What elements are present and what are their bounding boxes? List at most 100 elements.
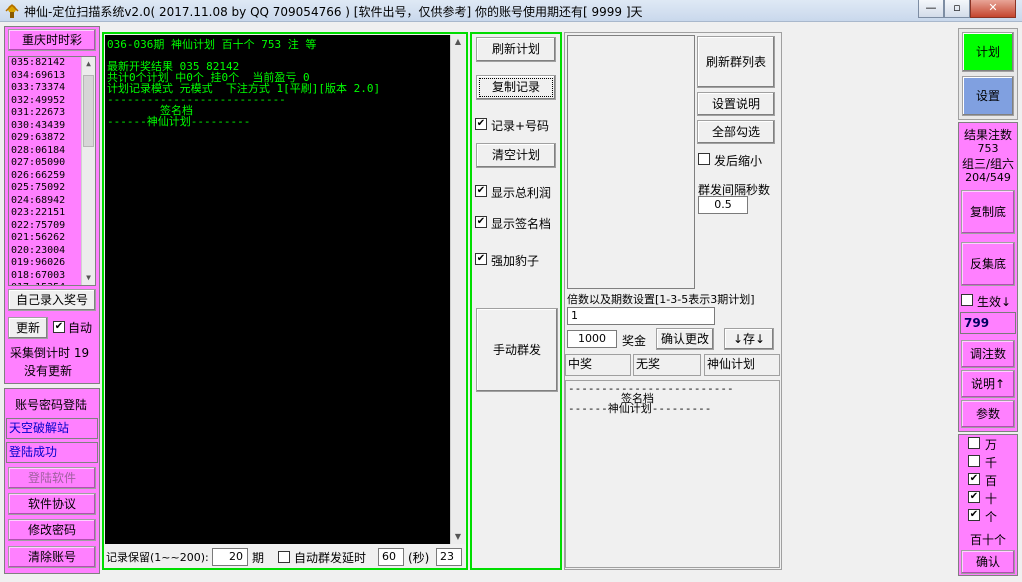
position-label: 十 (985, 492, 998, 506)
check-icon: ✔ (969, 509, 979, 520)
show-signature-checkbox[interactable]: ✔ (475, 216, 487, 228)
record-number-checkbox[interactable]: ✔ (475, 118, 487, 130)
plan-output[interactable]: 036-036期 神仙计划 百十个 753 注 等最新开奖结果 035 8214… (105, 35, 450, 544)
add-jiaozi-label: 强加豹子 (491, 254, 540, 268)
console-scrollbar[interactable]: ▲ ▼ (450, 35, 465, 544)
check-icon: ✔ (969, 491, 979, 502)
col-plan-header[interactable]: 神仙计划 (704, 354, 780, 376)
position-summary: 百十个 (969, 533, 1006, 547)
clear-account-button[interactable]: 清除账号 (8, 546, 96, 568)
manual-record-button[interactable]: 自己录入奖号 (8, 289, 96, 311)
confirm-position-button[interactable]: 确认 (961, 550, 1015, 574)
refresh-plan-button[interactable]: 刷新计划 (476, 37, 556, 62)
result-count-value: 753 (977, 142, 999, 155)
draw-list-scrollbar[interactable]: ▲ ▼ (81, 57, 95, 285)
show-profit-label: 显示总利润 (491, 186, 552, 200)
delay-seconds-input[interactable]: 60 (378, 548, 404, 566)
position-checkbox[interactable]: ✔ (968, 473, 980, 485)
check-icon: ✔ (969, 473, 979, 484)
confirm-change-button[interactable]: 确认更改 (656, 328, 714, 350)
app-icon (5, 3, 19, 18)
manual-send-button[interactable]: 手动群发 (476, 308, 558, 392)
period-label: 期 (252, 551, 265, 565)
login-title: 账号密码登陆 (15, 398, 88, 412)
maximize-icon: ▫ (953, 1, 961, 14)
effective-label: 生效↓ (977, 295, 1012, 309)
auto-update-checkbox[interactable]: ✔ (53, 321, 65, 333)
login-status-field: 登陆成功 (6, 442, 98, 463)
scroll-up-icon[interactable]: ▲ (82, 57, 95, 71)
agreement-button[interactable]: 软件协议 (8, 493, 96, 515)
check-icon: ✔ (476, 216, 486, 227)
check-icon: ✔ (54, 321, 64, 332)
prize-label: 奖金 (622, 334, 647, 348)
console-scroll-up-icon[interactable]: ▲ (451, 35, 465, 49)
check-icon: ✔ (476, 253, 486, 264)
console-lines: 036-036期 神仙计划 百十个 753 注 等最新开奖结果 035 8214… (107, 39, 448, 127)
effective-count-input[interactable]: 799 (960, 312, 1016, 334)
col-nowin-header[interactable]: 无奖 (633, 354, 701, 376)
group-ratio-label: 组三/组六 (961, 157, 1015, 171)
multiplier-input[interactable]: 1 (567, 307, 715, 325)
update-status-text: 没有更新 (24, 364, 73, 378)
position-label: 百 (985, 474, 998, 488)
counter-field: 23 (436, 548, 462, 566)
position-checkbox[interactable] (968, 437, 980, 449)
change-password-button[interactable]: 修改密码 (8, 519, 96, 541)
plan-mode-button[interactable]: 计划 (962, 32, 1014, 72)
shrink-after-send-checkbox[interactable] (698, 153, 710, 165)
check-icon: ✔ (476, 118, 486, 129)
signature-lines: ------------------------- 签名档 ------神仙计划-… (568, 383, 777, 415)
reverse-base-button[interactable]: 反集底 (961, 242, 1015, 286)
save-button[interactable]: ↓存↓ (724, 328, 774, 350)
username-field[interactable]: 天空破解站 (6, 418, 98, 439)
login-button[interactable]: 登陆软件 (8, 467, 96, 489)
lottery-select-button[interactable]: 重庆时时彩 (8, 29, 96, 51)
signature-line: ------神仙计划--------- (568, 402, 712, 415)
console-scroll-down-icon[interactable]: ▼ (451, 530, 465, 544)
close-button[interactable]: ✕ (970, 0, 1016, 18)
shrink-after-send-label: 发后缩小 (714, 154, 763, 168)
position-checkbox[interactable]: ✔ (968, 491, 980, 503)
position-checkbox[interactable] (968, 455, 980, 467)
auto-delay-label: 自动群发延时 (294, 551, 367, 565)
console-line: ------神仙计划--------- (107, 115, 251, 128)
position-checkbox[interactable]: ✔ (968, 509, 980, 521)
effective-checkbox[interactable] (961, 294, 973, 306)
settings-help-button[interactable]: 设置说明 (697, 92, 775, 116)
copy-record-button[interactable]: 复制记录 (476, 75, 556, 100)
check-icon: ✔ (476, 185, 486, 196)
group-list[interactable] (567, 35, 695, 289)
maximize-button[interactable]: ▫ (944, 0, 970, 18)
add-jiaozi-checkbox[interactable]: ✔ (475, 253, 487, 265)
show-profit-checkbox[interactable]: ✔ (475, 185, 487, 197)
auto-delay-checkbox[interactable] (278, 551, 290, 563)
minimize-button[interactable]: — (918, 0, 944, 18)
control-frame (470, 32, 562, 570)
close-icon: ✕ (988, 1, 998, 14)
adjust-count-button[interactable]: 调注数 (961, 340, 1015, 368)
signature-preview[interactable]: ------------------------- 签名档 ------神仙计划-… (565, 380, 780, 568)
seconds-label: (秒) (408, 551, 430, 565)
clear-plan-button[interactable]: 清空计划 (476, 143, 556, 168)
keep-records-input[interactable]: 20 (212, 548, 248, 566)
settings-mode-button[interactable]: 设置 (962, 76, 1014, 116)
explain-button[interactable]: 说明↑ (961, 370, 1015, 398)
scroll-thumb[interactable] (83, 75, 94, 147)
select-all-button[interactable]: 全部勾选 (697, 120, 775, 144)
draw-history-list[interactable]: 035:82142 034:69613 033:73374 032:49952 031:… (8, 56, 96, 286)
update-button[interactable]: 更新 (8, 317, 48, 339)
params-button[interactable]: 参数 (961, 400, 1015, 428)
col-win-header[interactable]: 中奖 (565, 354, 631, 376)
record-number-label: 记录+号码 (491, 119, 550, 133)
refresh-group-list-button[interactable]: 刷新群列表 (697, 36, 775, 88)
prize-input[interactable]: 1000 (567, 330, 617, 348)
position-label: 个 (985, 510, 998, 524)
group-ratio-value: 204/549 (965, 171, 1011, 184)
console-line: 036-036期 神仙计划 百十个 753 注 等 (107, 38, 317, 51)
show-signature-label: 显示签名档 (491, 217, 552, 231)
send-interval-input[interactable]: 0.5 (698, 196, 748, 214)
scroll-down-icon[interactable]: ▼ (82, 271, 95, 285)
keep-records-label: 记录保留(1~~200): (106, 551, 209, 564)
copy-base-button[interactable]: 复制底 (961, 190, 1015, 234)
